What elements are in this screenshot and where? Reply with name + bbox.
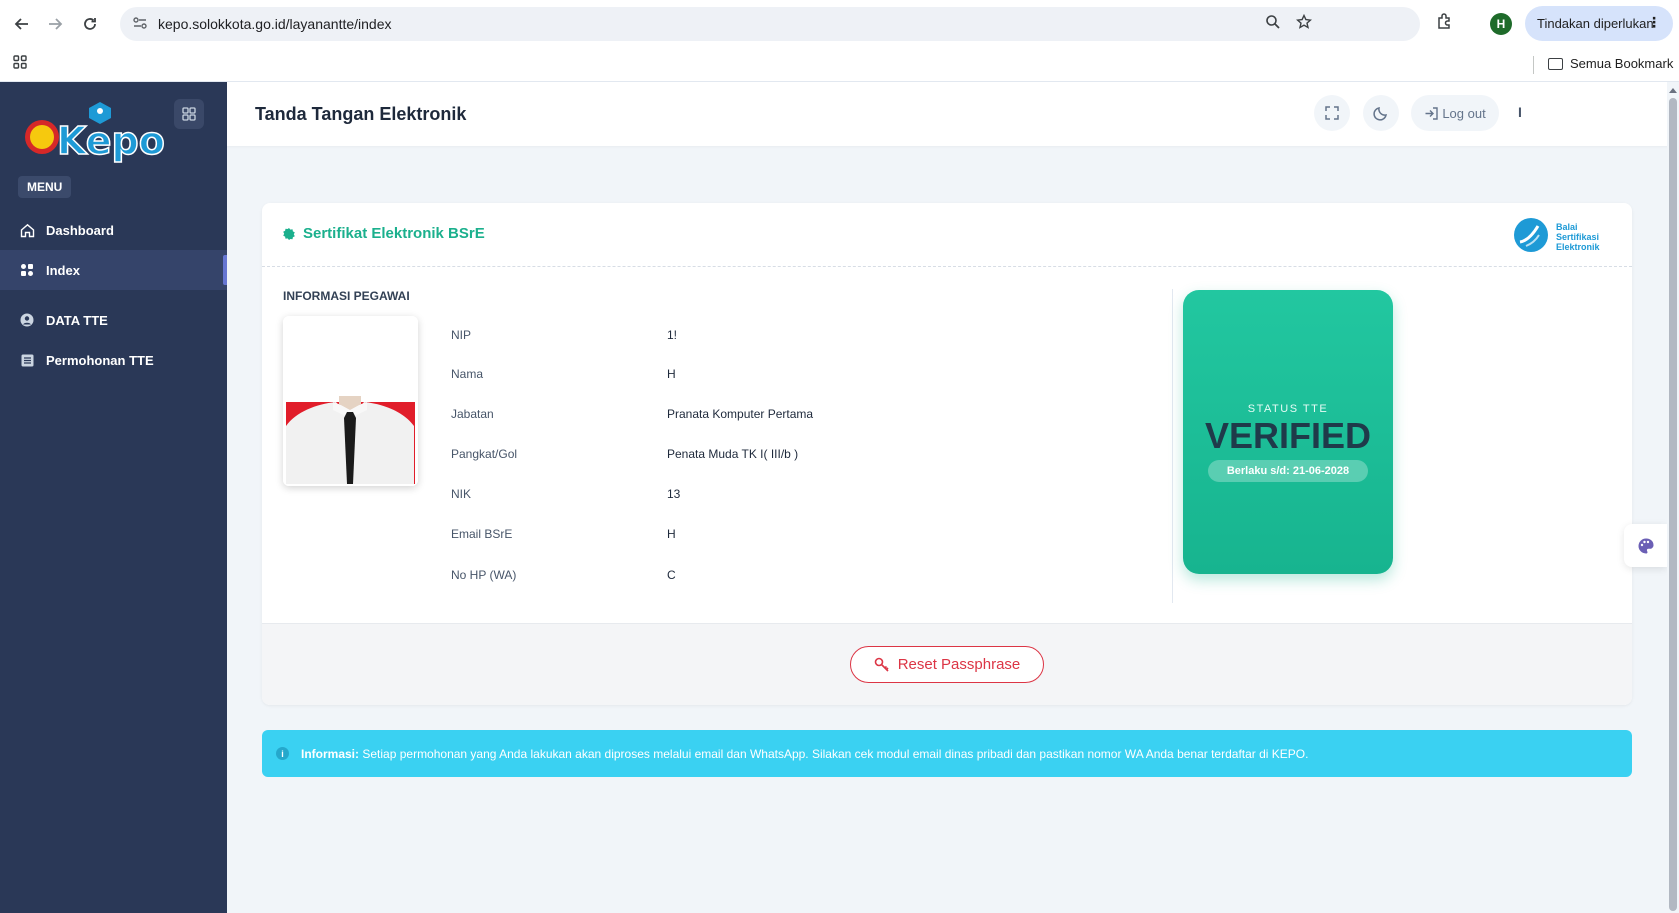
scroll-thumb[interactable] [1669, 98, 1677, 911]
nama-label: Nama [451, 367, 484, 381]
sidebar-item-label: DATA TTE [46, 312, 108, 328]
palette-icon [1638, 537, 1654, 553]
browser-chrome: kepo.solokkota.go.id/layanantte/index H … [0, 0, 1679, 82]
menu-label: MENU [18, 176, 72, 198]
jabatan-label: Jabatan [451, 407, 494, 421]
sidebar-item-label: Dashboard [46, 222, 114, 238]
list-icon [19, 352, 35, 368]
card-footer: Reset Passphrase [262, 623, 1632, 705]
all-bookmarks-folder[interactable]: Semua Bookmark [1548, 56, 1673, 71]
more-vert-icon: ⋮ [1647, 14, 1661, 30]
phone-value: C [667, 568, 676, 582]
url-text[interactable]: kepo.solokkota.go.id/layanantte/index [158, 16, 392, 32]
back-icon[interactable] [10, 12, 34, 36]
certificate-card: Sertifikat Elektronik BSrE Balai Sertifi… [262, 203, 1632, 705]
site-settings-icon[interactable] [132, 15, 150, 33]
nip-value: 1! [667, 328, 678, 342]
zoom-icon[interactable] [1263, 14, 1283, 34]
sidebar-item-index[interactable]: Index [0, 250, 227, 290]
nip-label: NIP [451, 328, 472, 342]
logout-button[interactable]: Log out [1411, 95, 1499, 131]
key-icon [874, 657, 889, 672]
folder-icon [1548, 57, 1563, 70]
email-value: H [667, 527, 676, 541]
jabatan-value: Pranata Komputer Pertama [667, 407, 814, 421]
logout-icon [1425, 106, 1439, 120]
email-label: Email BSrE [451, 527, 513, 541]
extensions-icon[interactable] [1436, 12, 1458, 34]
page-title: Tanda Tangan Elektronik [255, 104, 467, 124]
fullscreen-icon [1325, 106, 1339, 120]
bookmarks-bar: Semua Bookmark [0, 48, 1679, 82]
bsre-logo: Balai Sertifikasi Elektronik [1512, 216, 1614, 256]
logo-wordmark: Kepo [57, 119, 164, 163]
sidebar-item-label: Permohonan TTE [46, 352, 154, 368]
forward-icon[interactable] [43, 12, 67, 36]
card-title-text: Sertifikat Elektronik BSrE [303, 225, 485, 242]
logout-label: Log out [1442, 105, 1486, 121]
home-icon [19, 222, 35, 238]
reset-passphrase-label: Reset Passphrase [897, 656, 1021, 673]
moon-icon [1373, 107, 1387, 121]
grid-toggle-icon [182, 107, 196, 121]
sidebar-toggle-button[interactable] [174, 99, 204, 129]
status-value: VERIFIED [1204, 415, 1372, 456]
user-circle-icon [19, 312, 35, 328]
sidebar-item-dashboard[interactable]: Dashboard [0, 210, 227, 250]
theme-palette-button[interactable] [1624, 524, 1667, 567]
grid-icon [19, 262, 35, 278]
page-scrollbar[interactable] [1667, 82, 1679, 913]
bsre-logo-text: Balai Sertifikasi Elektronik [1556, 222, 1600, 252]
pangkat-label: Pangkat/Gol [451, 447, 518, 461]
reset-passphrase-button[interactable]: Reset Passphrase [850, 646, 1044, 683]
kepo-logo[interactable]: Kepo [24, 97, 166, 164]
info-icon: i [276, 747, 289, 760]
address-bar[interactable]: kepo.solokkota.go.id/layanantte/index [120, 7, 1420, 41]
badge-icon [283, 227, 295, 240]
info-banner-text: Informasi: Setiap permohonan yang Anda l… [301, 746, 1309, 761]
all-bookmarks-label: Semua Bookmark [1570, 56, 1674, 71]
card-title: Sertifikat Elektronik BSrE [283, 225, 485, 242]
reload-icon[interactable] [78, 12, 102, 36]
action-required-button[interactable]: Tindakan diperlukan ⋮ [1525, 6, 1673, 41]
bookmark-star-icon[interactable] [1294, 13, 1314, 34]
browser-toolbar: kepo.solokkota.go.id/layanantte/index H … [0, 0, 1679, 48]
status-card: STATUS TTE VERIFIED Berlaku s/d: 21-06-2… [1183, 290, 1393, 574]
nik-label: NIK [451, 487, 472, 501]
bookmarks-separator [1533, 56, 1534, 74]
info-banner: i Informasi: Setiap permohonan yang Anda… [262, 730, 1632, 777]
sidebar-item-data-tte[interactable]: DATA TTE [0, 300, 227, 340]
sidebar-item-label: Index [46, 262, 80, 278]
profile-avatar[interactable]: H [1490, 13, 1512, 35]
bsre-emblem-icon [1514, 218, 1548, 252]
section-label: INFORMASI PEGAWAI [283, 289, 410, 303]
pangkat-value: Penata Muda TK I( III/b ) [667, 447, 799, 461]
vertical-divider [1172, 289, 1173, 603]
nama-value: H [667, 367, 676, 381]
apps-grid-icon[interactable] [12, 54, 32, 74]
scroll-up-arrow-icon[interactable] [1669, 88, 1677, 93]
employee-photo [283, 316, 418, 486]
user-menu[interactable]: I [1518, 104, 1522, 120]
sidebar-item-permohonan-tte[interactable]: Permohonan TTE [0, 340, 227, 380]
top-header: Tanda Tangan Elektronik Log out I [227, 82, 1679, 146]
validity-badge: Berlaku s/d: 21-06-2028 [1208, 460, 1368, 482]
nik-value: 13 [667, 487, 681, 501]
dark-mode-button[interactable] [1363, 95, 1399, 131]
phone-label: No HP (WA) [451, 568, 517, 582]
action-required-label: Tindakan diperlukan [1537, 16, 1654, 31]
status-label: STATUS TTE [1247, 403, 1329, 415]
sidebar: Kepo MENU Dashboard Index DATA TTE Permo… [0, 82, 227, 913]
card-header: Sertifikat Elektronik BSrE Balai Sertifi… [262, 203, 1632, 267]
fullscreen-button[interactable] [1314, 95, 1350, 131]
